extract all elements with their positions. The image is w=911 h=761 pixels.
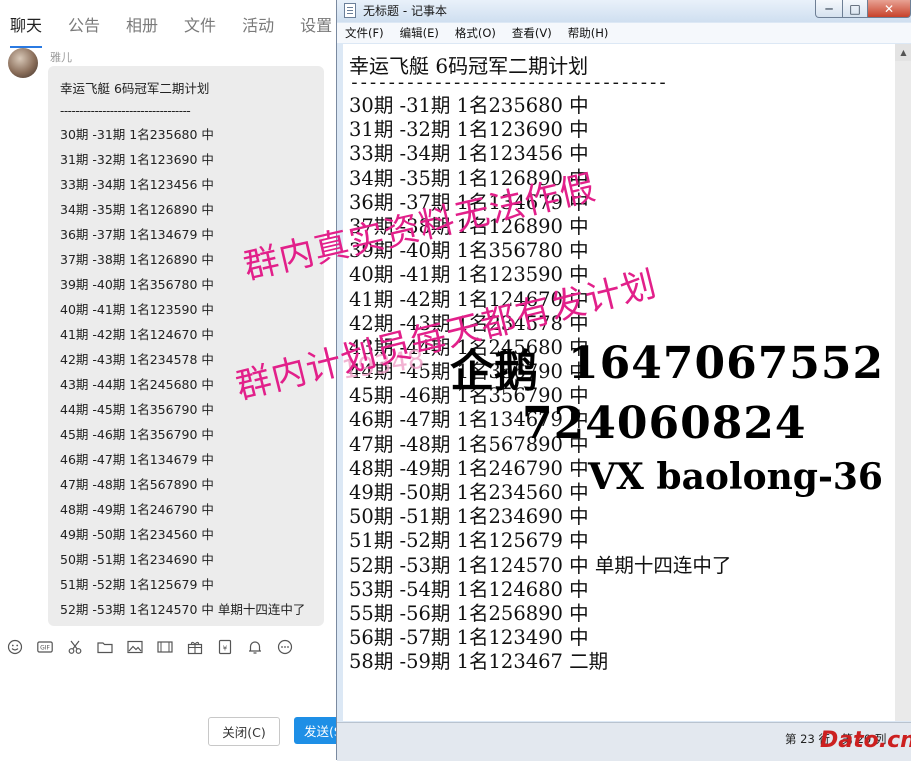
editor-line: 47期 -48期 1名567890 中 — [349, 432, 589, 456]
chat-tab-bar: 聊天 公告 相册 文件 活动 设置 — [0, 0, 340, 52]
message-line: 30期 -31期 1名235680 中 — [60, 127, 214, 142]
editor-line: 58期 -59期 1名123467 二期 — [349, 650, 609, 674]
message-line: 42期 -43期 1名234578 中 — [60, 352, 214, 367]
scroll-up-arrow-icon[interactable]: ▲ — [895, 44, 911, 61]
chat-toolbar: GIF ¥ — [0, 636, 330, 658]
message-line: 44期 -45期 1名356790 中 — [60, 402, 214, 417]
tab-activity[interactable]: 活动 — [242, 0, 274, 52]
title-bar[interactable]: 无标题 - 记事本 ─ □ ✕ — [337, 0, 911, 22]
message-line: 34期 -35期 1名126890 中 — [60, 202, 214, 217]
window-close-button[interactable]: ✕ — [867, 0, 911, 18]
more-icon[interactable] — [277, 639, 293, 655]
editor-line: 45期 -46期 1名356790 中 — [349, 384, 589, 408]
editor-line: 53期 -54期 1名124680 中 — [349, 577, 589, 601]
editor-line: 40期 -41期 1名123590 中 — [349, 263, 589, 287]
avatar[interactable] — [8, 48, 38, 78]
message-separator: ---------------------------------- — [60, 104, 191, 118]
status-bar: 第 23 行，第 20 列 — [337, 722, 911, 761]
media-icon[interactable] — [157, 639, 173, 655]
editor-lines: 30期 -31期 1名235680 中 31期 -32期 1名123690 中 … — [349, 94, 731, 675]
vertical-scrollbar[interactable]: ▲ — [895, 44, 911, 721]
red-packet-icon-label: ¥ — [223, 645, 228, 653]
message-line: 51期 -52期 1名125679 中 — [60, 577, 214, 592]
message-line: 47期 -48期 1名567890 中 — [60, 477, 214, 492]
menu-view[interactable]: 查看(V) — [512, 25, 552, 41]
editor-line: 43期 -44期 1名245680 中 — [349, 335, 589, 359]
editor-line: 56期 -57期 1名123490 中 — [349, 626, 589, 650]
editor-line: 42期 -43期 1名234578 中 — [349, 311, 589, 335]
message-line: 40期 -41期 1名123590 中 — [60, 302, 214, 317]
message-line: 46期 -47期 1名134679 中 — [60, 452, 214, 467]
message-title: 幸运飞艇 6码冠军二期计划 — [60, 81, 210, 96]
notepad-icon — [344, 3, 356, 18]
tab-chat[interactable]: 聊天 — [10, 0, 43, 52]
message-line: 50期 -51期 1名234690 中 — [60, 552, 214, 567]
red-packet-icon[interactable]: ¥ — [217, 639, 233, 655]
editor-line: 36期 -37期 1名134679 中 — [349, 190, 589, 214]
window-title: 无标题 - 记事本 — [363, 4, 447, 18]
message-line: 49期 -50期 1名234560 中 — [60, 527, 214, 542]
minimize-button[interactable]: ─ — [815, 0, 843, 18]
chat-window: 聊天 公告 相册 文件 活动 设置 雅儿 幸运飞艇 6码冠军二期计划 -----… — [0, 0, 354, 760]
editor-line: 50期 -51期 1名234690 中 — [349, 505, 589, 529]
editor-line: 37期 -38期 1名126890 中 — [349, 214, 589, 238]
menu-format[interactable]: 格式(O) — [455, 25, 496, 41]
editor-line: 48期 -49期 1名246790 中 — [349, 456, 589, 480]
message-line: 31期 -32期 1名123690 中 — [60, 152, 214, 167]
menu-file[interactable]: 文件(F) — [345, 25, 384, 41]
editor-line: 49期 -50期 1名234560 中 — [349, 481, 589, 504]
editor-line: 41期 -42期 1名124670 中 — [349, 287, 589, 311]
message-line: 45期 -46期 1名356790 中 — [60, 427, 214, 442]
gift-icon[interactable] — [187, 639, 203, 655]
menu-bar: 文件(F) 编辑(E) 格式(O) 查看(V) 帮助(H) — [337, 23, 911, 43]
message-line: 41期 -42期 1名124670 中 — [60, 327, 214, 342]
tab-announcement[interactable]: 公告 — [68, 0, 100, 52]
maximize-button[interactable]: □ — [842, 0, 868, 18]
editor-line: 31期 -32期 1名123690 中 — [349, 118, 589, 142]
message-line: 43期 -44期 1名245680 中 — [60, 377, 214, 392]
tab-album[interactable]: 相册 — [126, 0, 158, 52]
message-line: 33期 -34期 1名123456 中 — [60, 177, 214, 192]
cursor-position: 第 23 行，第 20 列 — [785, 732, 887, 746]
editor-line: 52期 -53期 1名124570 中 单期十四连中了 — [349, 553, 732, 577]
editor-line: 33期 -34期 1名123456 中 — [349, 142, 589, 166]
emoji-icon[interactable] — [7, 639, 23, 655]
bell-icon[interactable] — [247, 639, 263, 655]
message-lines: 30期 -31期 1名235680 中 31期 -32期 1名123690 中 … — [60, 128, 305, 626]
close-button[interactable]: 关闭(C) — [208, 717, 280, 746]
message-line: 39期 -40期 1名356780 中 — [60, 277, 214, 292]
editor-line: 34期 -35期 1名126890 中 — [349, 166, 589, 190]
folder-icon[interactable] — [97, 639, 113, 655]
image-icon[interactable] — [127, 639, 143, 655]
editor-line: 30期 -31期 1名235680 中 — [349, 94, 589, 117]
sender-name: 雅儿 — [50, 51, 72, 64]
message-line: 52期 -53期 1名124570 中 单期十四连中了 — [60, 602, 306, 617]
message-line: 37期 -38期 1名126890 中 — [60, 252, 214, 267]
menu-help[interactable]: 帮助(H) — [568, 25, 609, 41]
gif-icon-label: GIF — [40, 645, 50, 652]
notepad-window: 无标题 - 记事本 ─ □ ✕ 文件(F) 编辑(E) 格式(O) 查看(V) … — [336, 0, 911, 761]
message-bubble: 幸运飞艇 6码冠军二期计划 --------------------------… — [48, 66, 324, 626]
message-line: 36期 -37期 1名134679 中 — [60, 227, 214, 242]
editor-line: 51期 -52期 1名125679 中 — [349, 529, 589, 553]
message-line: 48期 -49期 1名246790 中 — [60, 502, 214, 517]
gif-icon[interactable]: GIF — [37, 639, 53, 655]
scissors-icon[interactable] — [67, 639, 83, 655]
tab-files[interactable]: 文件 — [184, 0, 216, 52]
editor-line: 55期 -56期 1名256890 中 — [349, 601, 589, 625]
tab-settings[interactable]: 设置 — [300, 0, 332, 52]
menu-edit[interactable]: 编辑(E) — [400, 25, 439, 41]
editor-line: 44期 -45期 1名356790 中 — [349, 360, 589, 384]
editor-separator: ---------------------------------- — [349, 72, 668, 93]
text-editor[interactable]: 幸运飞艇 6码冠军二期计划 --------------------------… — [343, 44, 895, 721]
editor-line: 39期 -40期 1名356780 中 — [349, 239, 589, 263]
editor-line: 46期 -47期 1名134679 中 — [349, 408, 589, 432]
